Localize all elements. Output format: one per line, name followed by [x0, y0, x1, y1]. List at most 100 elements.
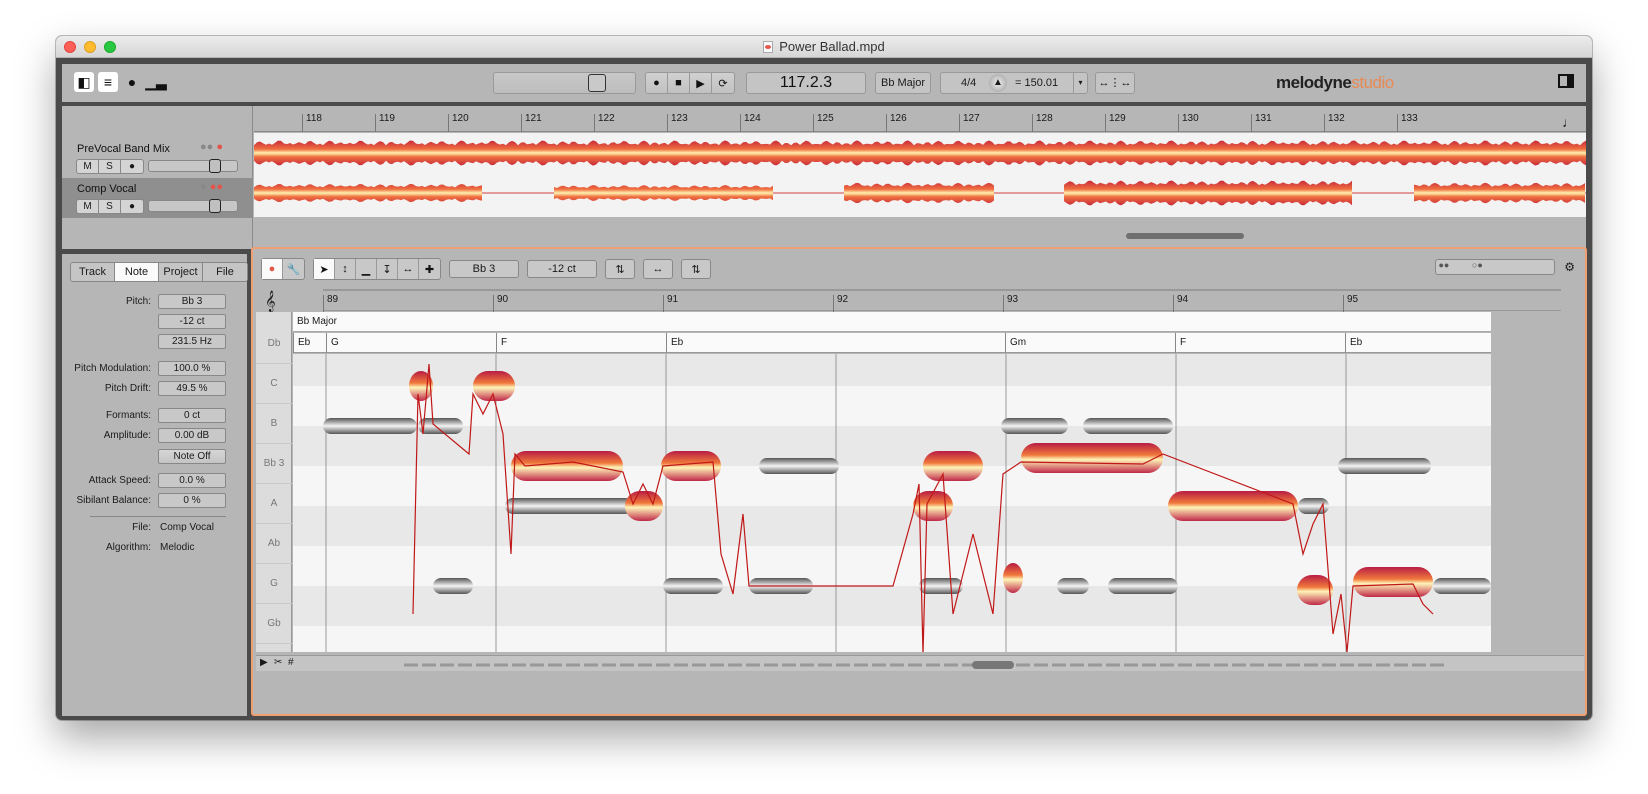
attack-speed-field[interactable]: 0.0 %: [158, 473, 226, 488]
record-arm-button[interactable]: ●: [121, 200, 143, 213]
track-blob-icons[interactable]: ● ●●: [200, 181, 223, 193]
formant-tool-icon[interactable]: ▁: [356, 259, 377, 279]
inspector-toggle-icon[interactable]: ◧: [74, 72, 94, 92]
chord-label[interactable]: Gm: [1005, 333, 1026, 353]
key-lane[interactable]: Bb Major: [293, 312, 1491, 332]
zoom-button[interactable]: [104, 41, 116, 53]
volume-knob[interactable]: [209, 199, 221, 213]
gear-icon[interactable]: ⚙: [1564, 260, 1575, 274]
horizontal-scrollbar[interactable]: [1126, 233, 1244, 239]
cycle-button[interactable]: ⟳: [712, 73, 734, 93]
chord-label[interactable]: Eb: [666, 333, 683, 353]
pointer-tool-icon[interactable]: ➤: [314, 259, 335, 279]
pitch-frequency-field[interactable]: 231.5 Hz: [158, 334, 226, 349]
wrench-icon[interactable]: 🔧: [283, 259, 304, 279]
vertical-scrollbar[interactable]: [1571, 354, 1581, 652]
tab-file[interactable]: File: [203, 263, 247, 281]
note-off-button[interactable]: Note Off: [158, 449, 226, 464]
separation-tool-icon[interactable]: ✚: [419, 259, 440, 279]
minimize-button[interactable]: [84, 41, 96, 53]
play-cursor-icon[interactable]: ▶: [260, 657, 268, 668]
chord-label[interactable]: F: [496, 333, 507, 353]
overview-scrollbar[interactable]: [404, 660, 1444, 669]
note-blob[interactable]: [663, 578, 723, 594]
pitch-cents-field[interactable]: -12 ct: [158, 314, 226, 329]
volume-knob[interactable]: [209, 159, 221, 173]
tab-project[interactable]: Project: [159, 263, 203, 281]
note-grid[interactable]: [293, 354, 1491, 652]
formants-field[interactable]: 0 ct: [158, 408, 226, 423]
chord-label[interactable]: Eb: [293, 333, 310, 353]
note-blob[interactable]: [1433, 578, 1491, 594]
zoom-slider[interactable]: ●● ○●: [1435, 259, 1555, 275]
note-pitch-field[interactable]: Bb 3: [449, 260, 519, 278]
pitch-modulation-field[interactable]: 100.0 %: [158, 361, 226, 376]
close-button[interactable]: [64, 41, 76, 53]
position-display[interactable]: 117.2.3: [746, 72, 866, 94]
stop-button[interactable]: ■: [668, 73, 690, 93]
volume-slider[interactable]: [148, 199, 238, 213]
time-stretch-button[interactable]: ↔⋮↔: [1095, 72, 1135, 94]
amplitude-tool-icon[interactable]: ↧: [377, 259, 398, 279]
note-blob-selected[interactable]: [923, 451, 983, 481]
tab-note[interactable]: Note: [115, 263, 159, 281]
lane-comp-vocal[interactable]: [254, 173, 1586, 213]
timing-tool-icon[interactable]: ↔: [398, 259, 419, 279]
note-blob[interactable]: [1001, 418, 1068, 434]
lane-band-mix[interactable]: [254, 133, 1586, 173]
mixer-icon[interactable]: ≡: [98, 72, 118, 92]
sibilant-balance-field[interactable]: 0 %: [158, 493, 226, 508]
time-signature[interactable]: 4/4: [961, 73, 976, 93]
amplitude-field[interactable]: 0.00 dB: [158, 428, 226, 443]
note-blob-selected[interactable]: [1021, 443, 1163, 473]
solo-button[interactable]: S: [99, 200, 121, 213]
mute-button[interactable]: M: [77, 160, 99, 173]
blobs-icon[interactable]: ●: [122, 72, 142, 92]
position-scrubber[interactable]: [493, 72, 636, 94]
play-button[interactable]: ▶: [690, 73, 712, 93]
note-cents-field[interactable]: -12 ct: [527, 260, 597, 278]
chord-lane[interactable]: Eb G F Eb Gm F Eb: [293, 333, 1491, 353]
scrubber-thumb[interactable]: [588, 74, 606, 92]
pitch-tool-icon[interactable]: ↕: [335, 259, 356, 279]
note-blob[interactable]: [1338, 458, 1431, 474]
tempo-value[interactable]: = 150.01: [1015, 73, 1058, 93]
chord-label[interactable]: Eb: [1345, 333, 1362, 353]
key-display[interactable]: Bb Major: [875, 72, 931, 94]
note-blob[interactable]: [1108, 578, 1178, 594]
record-arm-button[interactable]: ●: [121, 160, 143, 173]
note-blob[interactable]: [919, 578, 963, 594]
pitch-field[interactable]: Bb 3: [158, 294, 226, 309]
editor-ruler[interactable]: 89 90 91 92 93 94 95: [323, 289, 1561, 313]
metronome-icon[interactable]: ▲: [989, 74, 1007, 92]
grid-icon[interactable]: #: [288, 657, 294, 668]
chord-label[interactable]: F: [1175, 333, 1186, 353]
arrange-ruler[interactable]: 118 119 120 121 122 123 124 125 126 127 128 129 130 1…: [254, 106, 1586, 132]
tempo-display[interactable]: 4/4 ▲ = 150.01 ▾: [940, 72, 1088, 94]
record-button[interactable]: ●: [646, 73, 668, 93]
treble-clef-icon[interactable]: 𝄞: [265, 291, 276, 312]
tab-track[interactable]: Track: [71, 263, 115, 281]
note-blob-selected[interactable]: [1003, 563, 1023, 593]
note-blob[interactable]: [505, 498, 633, 514]
note-blob-selected[interactable]: [1168, 491, 1298, 521]
blob-view-icon[interactable]: ●: [262, 259, 283, 279]
chord-label[interactable]: G: [326, 333, 339, 353]
note-blob-selected[interactable]: [1297, 575, 1333, 605]
spectrum-icon[interactable]: ▁▃: [145, 72, 167, 92]
track-header[interactable]: PreVocal Band Mix ●● ● M S ●: [62, 138, 253, 178]
note-blob[interactable]: [1298, 498, 1329, 514]
note-blob[interactable]: [323, 418, 417, 434]
pitch-drift-field[interactable]: 49.5 %: [158, 381, 226, 396]
note-blob[interactable]: [759, 458, 839, 474]
quantize-time-button[interactable]: ↔: [643, 259, 673, 279]
volume-slider[interactable]: [148, 159, 238, 173]
note-value-icon[interactable]: ♩: [1562, 114, 1576, 130]
scissors-icon[interactable]: ✂: [274, 657, 282, 668]
pitch-ruler[interactable]: Db C B Bb 3 A Ab G Gb: [256, 312, 292, 652]
note-blob[interactable]: [1057, 578, 1089, 594]
note-blob[interactable]: [433, 578, 473, 594]
mute-button[interactable]: M: [77, 200, 99, 213]
solo-button[interactable]: S: [99, 160, 121, 173]
track-lanes[interactable]: [254, 133, 1586, 217]
